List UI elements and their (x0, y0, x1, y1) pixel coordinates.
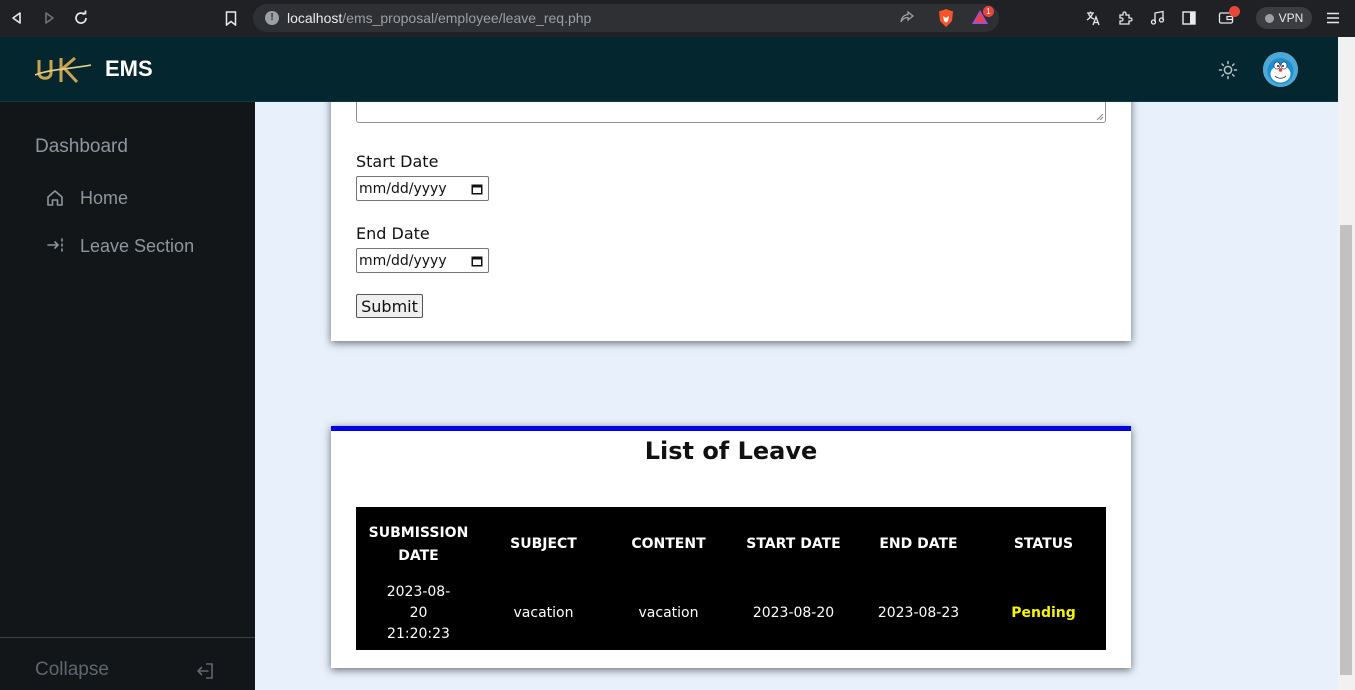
address-bar[interactable]: ! localhost/ems_proposal/employee/leave_… (253, 4, 999, 32)
vpn-label: VPN (1278, 11, 1304, 25)
url-text: localhost/ems_proposal/employee/leave_re… (287, 10, 592, 26)
brave-shield-icon[interactable] (937, 8, 955, 27)
start-date-input[interactable]: mm/dd/yyyy (356, 176, 489, 201)
end-date-value: mm/dd/yyyy (359, 252, 447, 269)
vpn-status-icon (1264, 13, 1274, 23)
media-music-icon[interactable] (1148, 9, 1166, 27)
list-title: List of Leave (644, 437, 818, 465)
column-header-subject: SUBJECT (510, 536, 577, 552)
forward-icon[interactable] (40, 9, 58, 27)
bookmark-icon[interactable] (222, 9, 240, 27)
menu-icon[interactable] (1324, 9, 1342, 27)
home-icon (44, 187, 66, 209)
calendar-icon[interactable] (471, 255, 483, 267)
column-header-submission-date: SUBMISSION DATE (368, 524, 469, 564)
column-header-content: CONTENT (631, 536, 706, 552)
sidebar-collapse[interactable]: Collapse (0, 637, 255, 690)
scrollbar-thumb[interactable] (1340, 225, 1352, 675)
collapse-icon[interactable] (195, 661, 215, 681)
cell-subject: vacation (513, 605, 574, 621)
status-badge: Pending (1011, 605, 1076, 621)
cell-content: vacation (638, 605, 699, 621)
leave-list-card: List of Leave SUBMISSION DATE SUBJECT CO… (331, 426, 1131, 668)
cell-end-date: 2023-08-23 (877, 605, 960, 621)
extensions-icon[interactable] (1116, 9, 1134, 27)
collapse-label: Collapse (35, 659, 109, 680)
leave-arrow-icon (44, 235, 66, 257)
column-header-start-date: START DATE (746, 536, 841, 552)
sidebar: Dashboard Home Leave Section Collapse (0, 102, 255, 690)
notification-dot (1229, 6, 1240, 17)
submit-button[interactable]: Submit (356, 294, 423, 318)
back-icon[interactable] (8, 9, 26, 27)
vpn-button[interactable]: VPN (1256, 7, 1312, 29)
resize-handle-icon[interactable] (1095, 112, 1104, 121)
leave-request-form: Start Date mm/dd/yyyy End Date mm/dd/yyy… (331, 102, 1131, 341)
leave-table: SUBMISSION DATE SUBJECT CONTENT START DA… (356, 507, 1106, 650)
sidebar-item-home[interactable]: Home (44, 184, 128, 212)
end-date-input[interactable]: mm/dd/yyyy (356, 248, 489, 273)
column-header-end-date: END DATE (879, 536, 958, 552)
start-date-value: mm/dd/yyyy (359, 180, 447, 197)
wallet-icon[interactable] (1218, 6, 1240, 27)
content-textarea[interactable] (356, 102, 1106, 123)
app-header: EMS (0, 37, 1338, 102)
brave-rewards-icon[interactable]: 1 (971, 6, 994, 27)
column-header-status: STATUS (1013, 536, 1074, 552)
reload-icon[interactable] (72, 9, 90, 27)
uk-logo[interactable] (34, 55, 92, 85)
sidebar-item-leave-section[interactable]: Leave Section (44, 232, 194, 260)
app-title: EMS (105, 56, 153, 81)
page-scrollbar[interactable] (1338, 37, 1355, 690)
calendar-icon[interactable] (471, 183, 483, 195)
sidebar-toggle-icon[interactable] (1180, 9, 1198, 27)
avatar[interactable] (1263, 52, 1298, 87)
end-date-label: End Date (356, 224, 430, 243)
main-content: Start Date mm/dd/yyyy End Date mm/dd/yyy… (255, 102, 1338, 690)
site-info-icon[interactable]: ! (265, 11, 279, 25)
sun-icon[interactable] (1218, 60, 1238, 80)
share-icon[interactable] (899, 9, 917, 27)
browser-toolbar: ! localhost/ems_proposal/employee/leave_… (0, 0, 1355, 37)
sidebar-item-label: Home (80, 187, 129, 208)
translate-icon[interactable] (1084, 9, 1102, 27)
cell-start-date: 2023-08-20 (752, 605, 835, 621)
sidebar-item-label: Leave Section (80, 235, 195, 256)
cell-submission-date: 2023-08-20 21:20:23 (386, 584, 451, 642)
alerts-badge: 1 (983, 6, 994, 17)
start-date-label: Start Date (356, 152, 439, 171)
sidebar-heading[interactable]: Dashboard (35, 136, 128, 158)
